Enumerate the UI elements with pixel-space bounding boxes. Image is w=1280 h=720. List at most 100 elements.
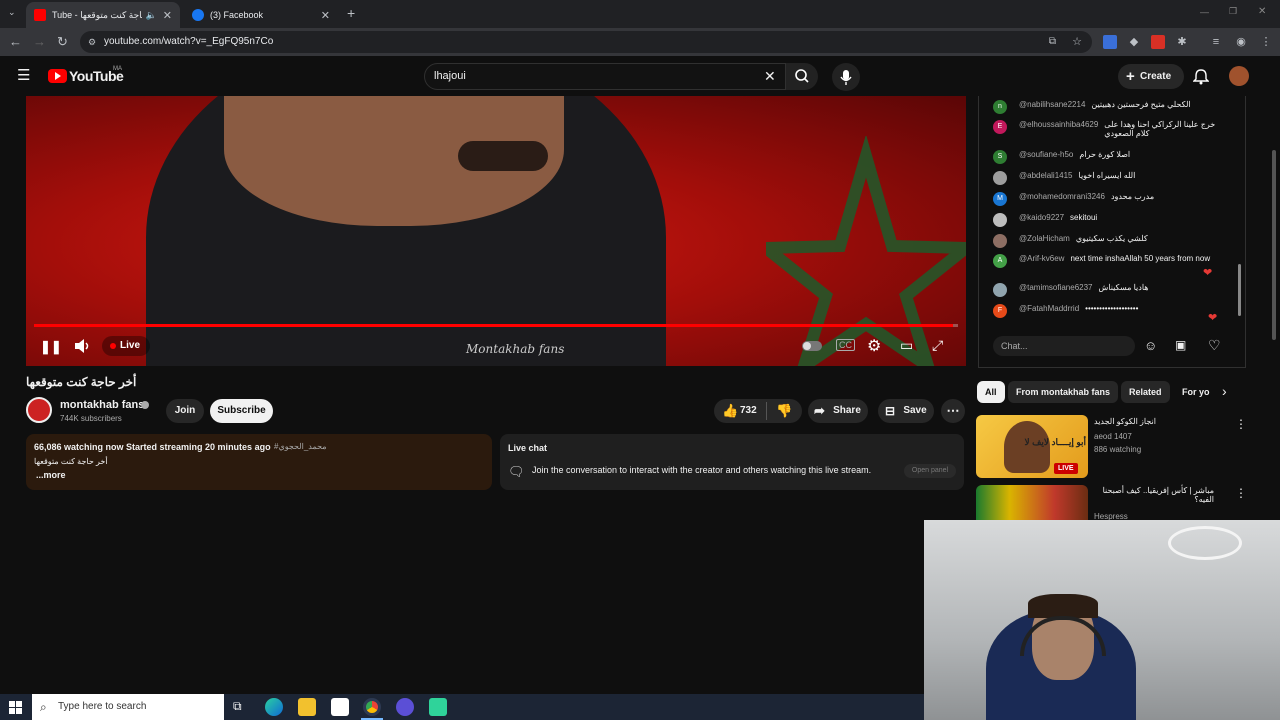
theater-mode-icon[interactable]: ▭	[900, 337, 913, 354]
chat-author[interactable]: @tamimsofiane6237	[1019, 283, 1093, 292]
app-icon[interactable]	[396, 698, 414, 716]
tab-youtube[interactable]: Tube - أخر حاجة كنت متوقعها 🔈 ✕	[26, 2, 180, 28]
chip-related[interactable]: Related	[1121, 381, 1170, 403]
extension-diamond-icon[interactable]: ◆	[1127, 35, 1141, 49]
chat-message[interactable]: S @soufiane-h5o اصلا كورة حرام	[993, 150, 1229, 164]
edge-icon[interactable]	[265, 698, 283, 716]
chat-author[interactable]: @Arif-kv6ew	[1019, 254, 1064, 263]
chat-message[interactable]: n @nabilihsane2214 الكحلي متيح فرحستين دهب…	[993, 100, 1229, 114]
chat-message[interactable]: @kaido9227 sekitoui	[993, 213, 1229, 227]
new-tab-icon[interactable]: +	[347, 5, 355, 21]
chat-avatar[interactable]: S	[993, 150, 1007, 164]
rec-title[interactable]: مباشر | كأس إفريقيا.. كيف أصبحنا الفيه؟	[1094, 486, 1214, 504]
chip-all[interactable]: All	[977, 381, 1005, 403]
extension-red-icon[interactable]	[1151, 35, 1165, 49]
tab-facebook[interactable]: (3) Facebook ✕	[184, 2, 338, 28]
create-button[interactable]: + Create	[1118, 64, 1184, 89]
site-info-icon[interactable]: ⚙	[88, 31, 96, 53]
chat-avatar[interactable]: F	[993, 304, 1007, 318]
menu-icon[interactable]: ☰	[17, 68, 30, 83]
chat-avatar[interactable]: E	[993, 120, 1007, 134]
avatar[interactable]	[1229, 66, 1249, 86]
chat-avatar[interactable]	[993, 283, 1007, 297]
chat-author[interactable]: @abdelali1415	[1019, 171, 1073, 180]
chat-message[interactable]: @abdelali1415 الله ايسيراه اخويا	[993, 171, 1229, 185]
chat-avatar[interactable]	[993, 213, 1007, 227]
rec-more-icon[interactable]: ⋮	[1235, 417, 1247, 431]
translate-extension-icon[interactable]	[1103, 35, 1117, 49]
emoji-icon[interactable]: ☺	[1144, 338, 1157, 353]
progress-bar[interactable]	[34, 324, 958, 327]
chat-author[interactable]: @mohamedomrani3246	[1019, 192, 1105, 201]
pause-icon[interactable]: ❚❚	[40, 339, 62, 355]
live-indicator[interactable]: Live	[102, 336, 150, 356]
windows-start-icon[interactable]	[9, 701, 22, 714]
search-box[interactable]: lhajoui ✕	[424, 63, 786, 90]
chat-message[interactable]: A @Arif-kv6ew next time inshaAllah 50 year…	[993, 254, 1229, 268]
like-icon[interactable]: 👍	[722, 399, 738, 423]
chat-avatar[interactable]	[993, 171, 1007, 185]
chat-avatar[interactable]: n	[993, 100, 1007, 114]
chat-avatar[interactable]	[993, 234, 1007, 248]
description-hashtag[interactable]: #محمد_الحجوي	[274, 442, 327, 451]
close-tab-icon[interactable]: ✕	[163, 9, 172, 22]
app-green-icon[interactable]	[429, 698, 447, 716]
reload-icon[interactable]: ↻	[57, 34, 68, 50]
forward-icon[interactable]: →	[33, 34, 46, 49]
store-icon[interactable]	[331, 698, 349, 716]
browser-menu-icon[interactable]: ⋮	[1259, 35, 1273, 49]
subscribe-button[interactable]: Subscribe	[210, 399, 273, 423]
chat-message[interactable]: E @elhoussainhiba4629 خرج علينا الركراكي ا…	[993, 120, 1229, 138]
youtube-logo-icon[interactable]	[48, 69, 67, 83]
tab-search-icon[interactable]: ⌄	[8, 7, 16, 18]
chat-author[interactable]: @nabilihsane2214	[1019, 100, 1085, 109]
chat-message[interactable]: M @mohamedomrani3246 مدرب محدود	[993, 192, 1229, 206]
rec-thumbnail[interactable]	[976, 485, 1088, 520]
taskbar-search-box[interactable]: ⌕ Type here to search	[32, 694, 224, 720]
captions-icon[interactable]: CC	[836, 339, 855, 351]
page-scrollbar[interactable]	[1272, 150, 1276, 340]
notifications-bell-icon[interactable]	[1193, 68, 1209, 85]
window-close-icon[interactable]: ✕	[1258, 6, 1266, 17]
description-more-link[interactable]: ...more	[36, 470, 66, 480]
chat-scrollbar[interactable]	[1238, 264, 1241, 316]
chrome-icon[interactable]	[363, 698, 381, 716]
rec-title[interactable]: انجاز الكوكو الجديد	[1094, 417, 1156, 426]
super-chat-icon[interactable]: ▣	[1175, 338, 1186, 352]
voice-search-button[interactable]	[832, 63, 860, 91]
file-explorer-icon[interactable]	[298, 698, 316, 716]
like-count[interactable]: 732	[740, 399, 757, 423]
video-description[interactable]: 66,086 watching now Started streaming 20…	[26, 434, 492, 490]
profile-icon[interactable]: ◉	[1234, 35, 1248, 49]
close-tab-icon[interactable]: ✕	[321, 9, 330, 22]
chevron-right-icon[interactable]: ›	[1222, 383, 1227, 399]
chat-author[interactable]: @kaido9227	[1019, 213, 1064, 222]
share-button[interactable]: ➦ Share	[808, 399, 868, 423]
chip-from-channel[interactable]: From montakhab fans	[1008, 381, 1119, 403]
fullscreen-icon[interactable]: ⤢	[932, 337, 943, 354]
rec-thumbnail[interactable]: أبو إيــــاد لايف لا LIVE	[976, 415, 1088, 478]
chat-author[interactable]: @soufiane-h5o	[1019, 150, 1073, 159]
chat-input[interactable]: Chat...	[993, 336, 1135, 356]
clear-search-icon[interactable]: ✕	[764, 68, 776, 85]
chat-message[interactable]: @tamimsofiane6237 هاديا مسكيناش	[993, 283, 1229, 297]
cast-icon[interactable]: ⧉	[1049, 31, 1056, 53]
extensions-puzzle-icon[interactable]: ✱	[1175, 35, 1189, 49]
heart-icon[interactable]: ♡	[1208, 337, 1221, 354]
volume-icon[interactable]	[73, 338, 91, 354]
chat-avatar[interactable]: M	[993, 192, 1007, 206]
video-player[interactable]: Montakhab fans ❚❚ Live CC ⚙ ▭ ⤢	[26, 96, 966, 366]
channel-avatar[interactable]	[26, 397, 52, 423]
address-bar[interactable]: ⚙ youtube.com/watch?v=_EgFQ95n7Co ⧉ ☆	[80, 31, 1092, 53]
open-panel-button[interactable]: Open panel	[904, 464, 956, 478]
search-input[interactable]: lhajoui	[434, 70, 466, 82]
more-actions-icon[interactable]: ⋯	[941, 399, 965, 423]
rec-more-icon[interactable]: ⋮	[1235, 486, 1247, 500]
chat-author[interactable]: @ZolaHicham	[1019, 234, 1070, 243]
chat-message[interactable]: F @FatahMaddrrid •••••••••••••••••••	[993, 304, 1229, 318]
chat-avatar[interactable]: A	[993, 254, 1007, 268]
reading-list-icon[interactable]: ≡	[1209, 35, 1223, 49]
rec-channel[interactable]: aeod 1407	[1094, 432, 1132, 441]
chat-author[interactable]: @elhoussainhiba4629	[1019, 120, 1098, 129]
back-icon[interactable]: ←	[9, 34, 22, 49]
